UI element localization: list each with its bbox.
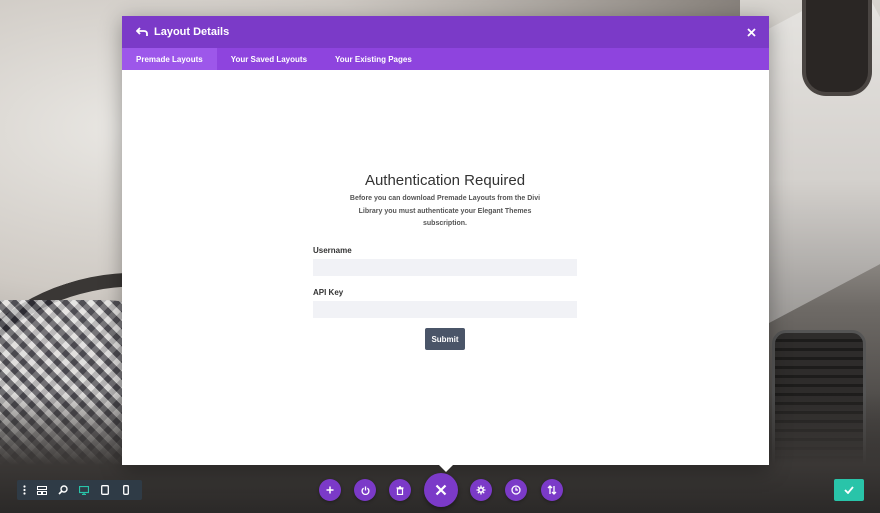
tab-bar: Premade Layouts Your Saved Layouts Your … — [122, 48, 769, 70]
gear-icon — [476, 485, 486, 495]
username-input[interactable] — [313, 259, 577, 276]
history-button[interactable] — [505, 479, 527, 501]
wireframe-icon — [36, 485, 47, 495]
portability-button[interactable] — [541, 479, 563, 501]
tablet-icon — [100, 485, 109, 495]
add-icon — [326, 486, 334, 494]
close-icon — [435, 484, 447, 496]
auth-heading: Authentication Required — [364, 172, 526, 189]
modal-pointer — [439, 465, 453, 472]
tablet-view-button[interactable] — [94, 480, 115, 500]
zoom-button[interactable] — [52, 480, 73, 500]
username-label: Username — [313, 246, 352, 255]
submit-button[interactable]: Submit — [425, 328, 465, 350]
page-settings-button[interactable] — [470, 479, 492, 501]
trash-icon — [396, 485, 404, 495]
tab-premade-layouts[interactable]: Premade Layouts — [122, 48, 217, 70]
wireframe-view-button[interactable] — [31, 480, 52, 500]
api-key-input[interactable] — [313, 301, 577, 318]
auth-description: Before you can download Premade Layouts … — [349, 195, 541, 227]
delete-button[interactable] — [389, 479, 411, 501]
history-icon — [511, 485, 521, 495]
menu-icon — [22, 485, 26, 495]
exit-builder-button[interactable] — [424, 473, 458, 507]
close-modal-button[interactable] — [743, 24, 759, 40]
phone-view-button[interactable] — [115, 480, 136, 500]
desktop-icon — [78, 485, 89, 495]
zoom-icon — [57, 485, 68, 495]
modal-header: Layout Details — [122, 16, 769, 48]
modal-title: Layout Details — [154, 26, 230, 38]
power-button[interactable] — [354, 479, 376, 501]
desktop-view-button[interactable] — [73, 480, 94, 500]
settings-menu-button[interactable] — [17, 480, 31, 500]
undo-arrow-icon — [136, 27, 148, 36]
view-mode-toolbar — [17, 480, 142, 500]
save-button[interactable] — [834, 479, 864, 501]
power-icon — [360, 486, 370, 495]
close-icon — [746, 27, 756, 37]
layout-details-modal: Layout Details Premade Layouts Your Save… — [122, 16, 769, 465]
add-button[interactable] — [319, 479, 341, 501]
auth-section: Authentication Required Before you can d… — [313, 172, 577, 231]
api-key-label: API Key — [313, 288, 344, 297]
phone-icon — [122, 485, 129, 495]
tab-existing-pages[interactable]: Your Existing Pages — [321, 48, 426, 70]
tab-saved-layouts[interactable]: Your Saved Layouts — [217, 48, 321, 70]
back-button[interactable] — [128, 16, 156, 48]
checkmark-icon — [844, 486, 854, 494]
sort-icon — [547, 485, 557, 495]
